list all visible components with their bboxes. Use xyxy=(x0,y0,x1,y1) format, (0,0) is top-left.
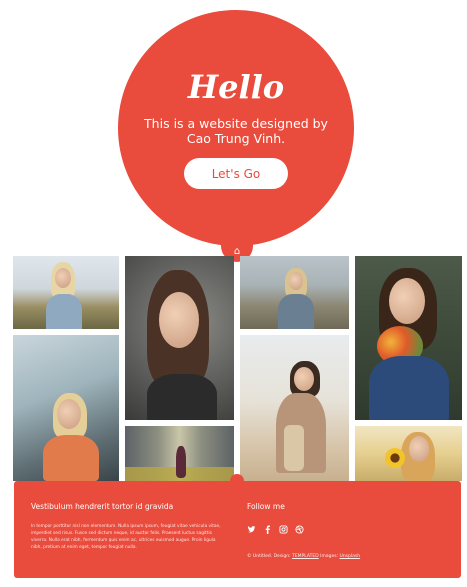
hero-title: Hello xyxy=(187,68,285,106)
facebook-icon[interactable] xyxy=(263,525,272,534)
follow-heading: Follow me xyxy=(247,502,285,511)
footer-heading: Vestibulum hendrerit tortor id gravida xyxy=(31,502,174,511)
photo-woman-cliff[interactable] xyxy=(240,256,349,329)
credits-images-label: Images: xyxy=(320,554,339,559)
credits-images-link[interactable]: Unsplash xyxy=(340,554,361,559)
footer-text: In tempor porttitor nisl non elementum. … xyxy=(31,524,221,550)
photo-woman-sand-beach[interactable] xyxy=(240,335,349,481)
twitter-icon[interactable] xyxy=(247,525,256,534)
credits-design-link[interactable]: TEMPLATED xyxy=(292,554,319,559)
photo-woman-flowers[interactable] xyxy=(355,256,462,420)
dribbble-icon[interactable] xyxy=(295,525,304,534)
credits: © Untitled. Design: TEMPLATED Images: Un… xyxy=(247,554,360,559)
photo-woman-field[interactable] xyxy=(13,256,119,329)
footer: Vestibulum hendrerit tortor id gravida I… xyxy=(14,481,461,578)
hero-description: This is a website designed by Cao Trung … xyxy=(144,116,328,146)
lets-go-button[interactable]: Let's Go xyxy=(184,158,288,189)
photo-corridor-figure[interactable] xyxy=(125,426,234,481)
social-links xyxy=(247,525,304,534)
credits-prefix: © Untitled. Design: xyxy=(247,554,291,559)
instagram-icon[interactable] xyxy=(279,525,288,534)
photo-woman-sunflower[interactable] xyxy=(355,426,462,481)
hero-circle: Hello This is a website designed by Cao … xyxy=(118,10,354,246)
photo-woman-car-window[interactable] xyxy=(13,335,119,481)
photo-woman-portrait-dark[interactable] xyxy=(125,256,234,420)
